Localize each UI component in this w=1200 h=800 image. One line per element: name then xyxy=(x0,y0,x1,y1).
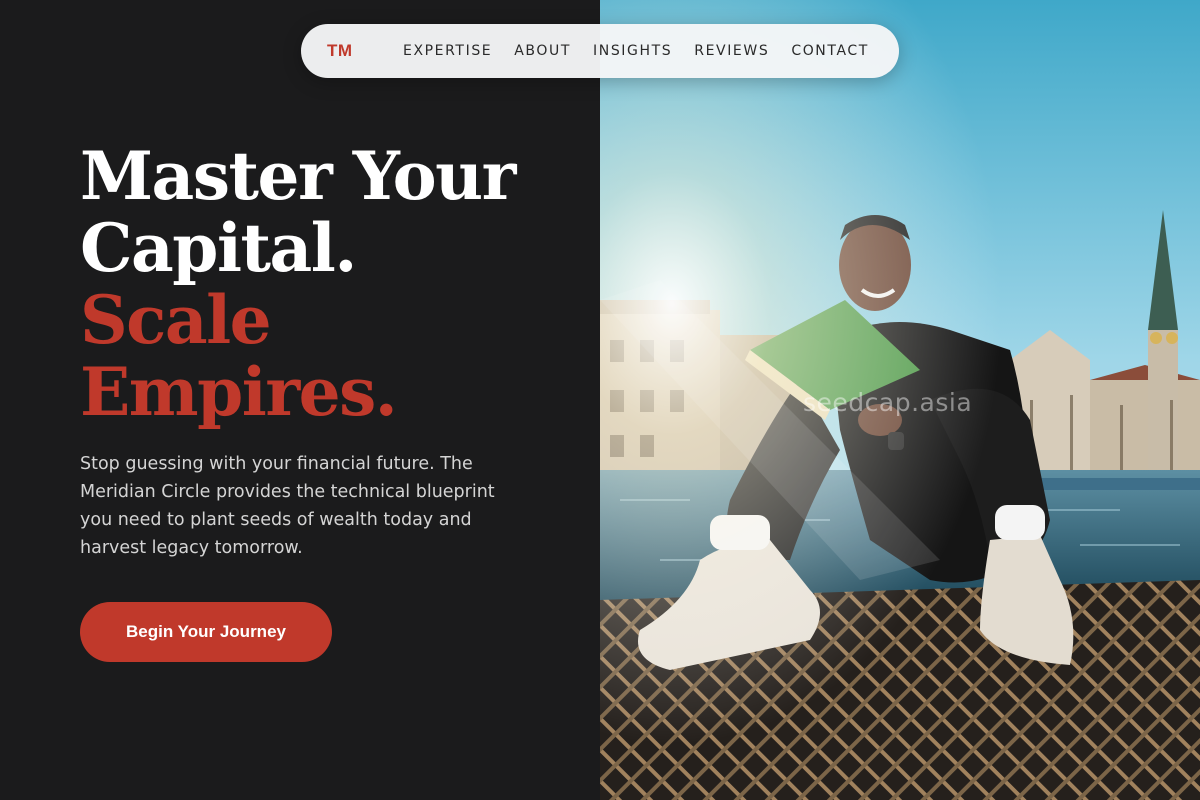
watermark-text: seedcap.asia xyxy=(803,388,973,417)
headline-line-4: Empires. xyxy=(80,353,398,431)
hero-headline: Master Your Capital. Scale Empires. xyxy=(80,137,516,431)
nav-link-insights[interactable]: INSIGHTS xyxy=(593,43,672,59)
hero-subtext: Stop guessing with your financial future… xyxy=(80,454,495,558)
nav-link-expertise[interactable]: EXPERTISE xyxy=(403,43,492,59)
headline-line-1: Master Your xyxy=(80,137,516,215)
brand-logo[interactable]: TM xyxy=(327,41,403,61)
headline-line-2: Capital. xyxy=(80,209,357,287)
nav-link-reviews[interactable]: REVIEWS xyxy=(694,43,769,59)
top-nav: TM EXPERTISE ABOUT INSIGHTS REVIEWS CONT… xyxy=(301,24,899,78)
begin-journey-button[interactable]: Begin Your Journey xyxy=(80,602,332,662)
nav-link-about[interactable]: ABOUT xyxy=(514,43,571,59)
headline-line-3: Scale xyxy=(80,281,272,359)
nav-link-contact[interactable]: CONTACT xyxy=(791,43,869,59)
